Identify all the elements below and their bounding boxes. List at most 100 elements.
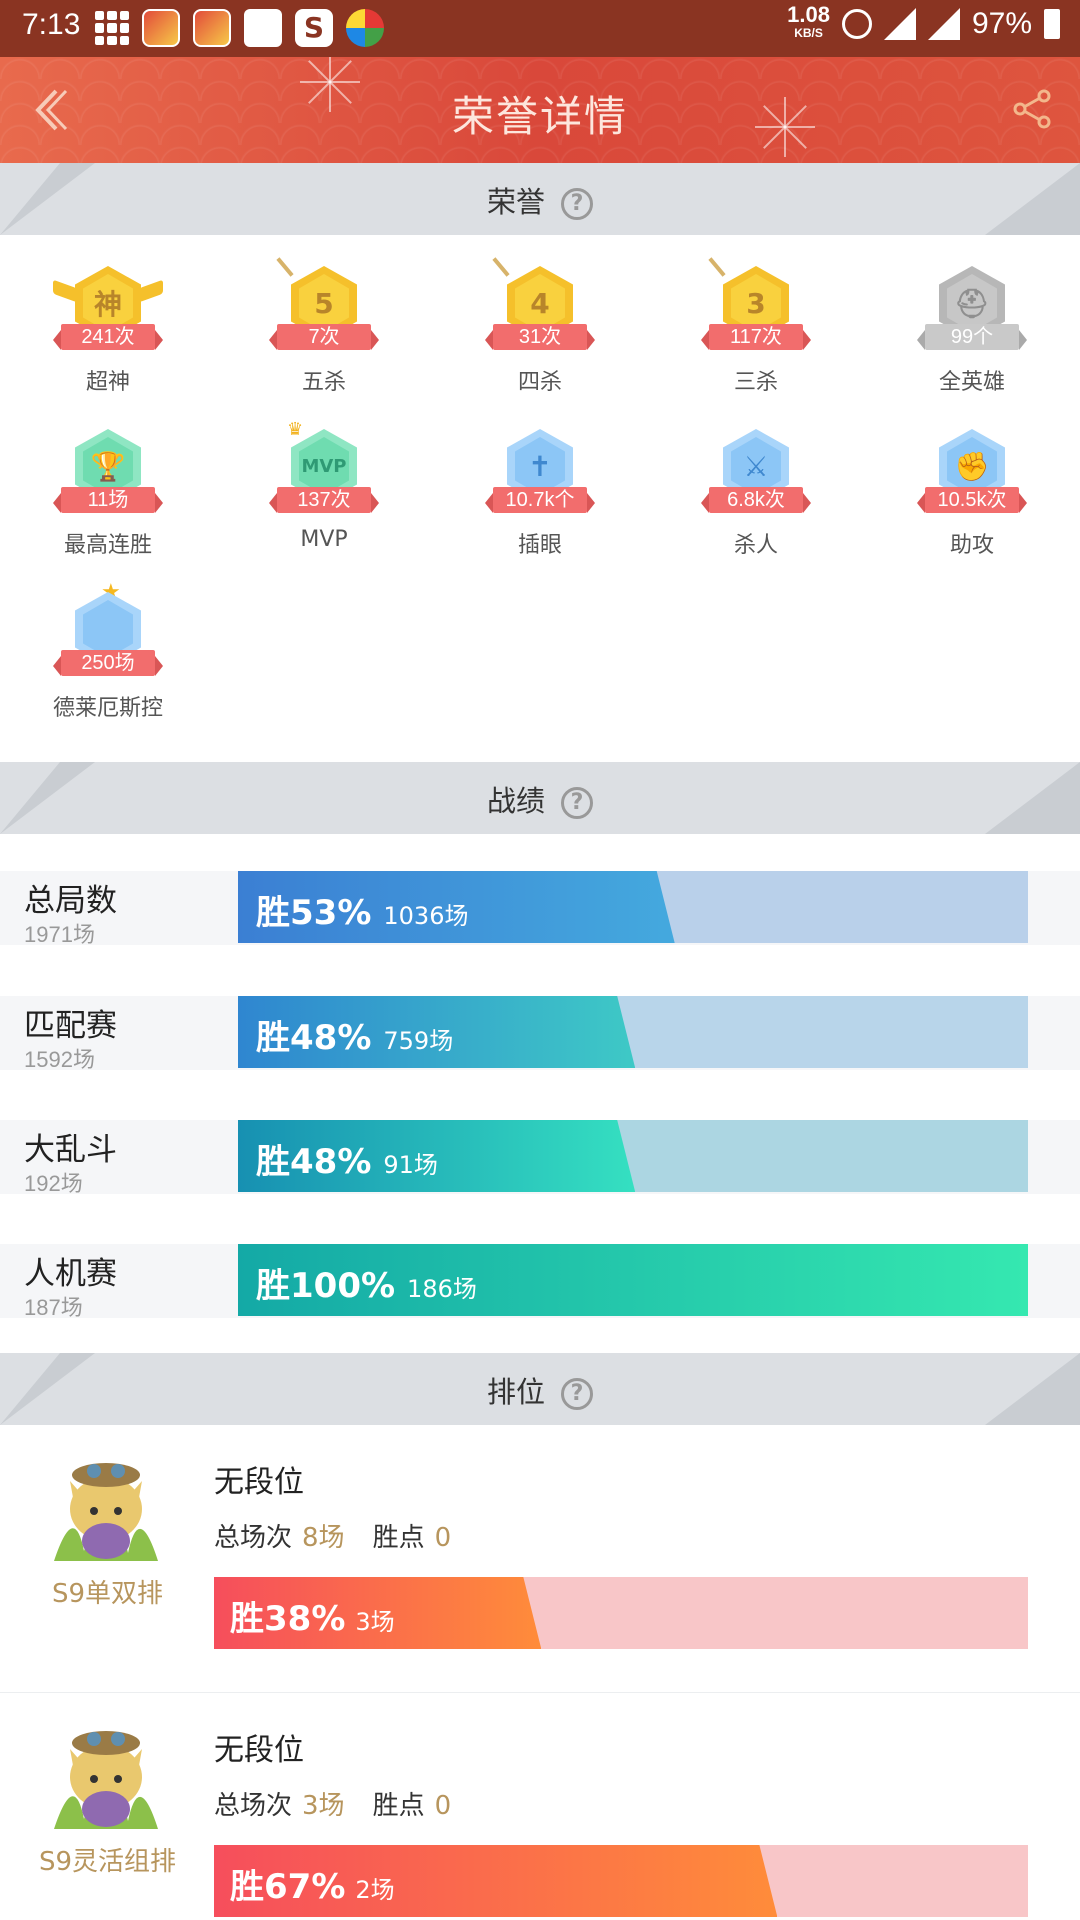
win-rate-percent: 胜48%: [256, 1142, 372, 1182]
help-icon[interactable]: ?: [561, 787, 593, 819]
honor-count: 6.8k次: [701, 487, 811, 513]
page-title: 荣誉详情: [451, 92, 628, 141]
record-total: 1971场: [24, 922, 95, 947]
honor-count: 117次: [701, 324, 811, 350]
honor-count: 241次: [53, 324, 163, 350]
notification-icons: S: [95, 9, 384, 47]
record-name: 总局数: [24, 883, 117, 919]
win-rate-bar: 胜48% 759场: [238, 996, 1028, 1068]
honor-item-pentakill[interactable]: 5 7次 五杀: [244, 257, 404, 396]
header-bar: 荣誉详情: [0, 57, 1080, 163]
honor-count: 31次: [485, 324, 595, 350]
crown-icon: ♛: [287, 419, 304, 440]
sword-icon: [492, 257, 510, 277]
ranked-tier: 无段位: [214, 1465, 304, 1500]
honor-count: 7次: [269, 324, 379, 350]
win-count: 2场: [355, 1876, 395, 1904]
win-rate-bar: 胜53% 1036场: [238, 871, 1028, 943]
honor-label: 三杀: [733, 370, 778, 395]
section-header-record: 战绩?: [0, 762, 1080, 834]
section-title: 排位: [486, 1375, 545, 1409]
ranked-meta: 总场次 3场 胜点 0: [214, 1785, 479, 1822]
colorful-ball-icon: [346, 9, 384, 47]
honor-label: 德莱厄斯控: [52, 696, 163, 721]
game-app-icon: [193, 9, 231, 47]
win-count: 3场: [355, 1608, 395, 1636]
win-rate-percent: 胜100%: [256, 1266, 396, 1306]
honor-label: 五杀: [301, 370, 346, 395]
honor-label: 超神: [85, 370, 130, 395]
record-name: 人机赛: [24, 1256, 117, 1292]
record-total: 187场: [24, 1295, 83, 1320]
status-bar: 7:13 S 1.08 KB/S 97%: [0, 0, 1080, 57]
game-app-icon: [142, 9, 180, 47]
ranked-item-flex[interactable]: S9灵活组排 无段位 总场次 3场 胜点 0 胜67% 2场: [0, 1693, 1080, 1920]
honor-label: 杀人: [733, 533, 778, 558]
record-name: 匹配赛: [24, 1008, 117, 1044]
honor-item-wards[interactable]: ✝ 10.7k个 插眼: [460, 425, 620, 559]
games-value: 8场: [302, 1523, 345, 1553]
sogou-icon: S: [295, 9, 333, 47]
ranked-win-rate-bar: 胜38% 3场: [214, 1577, 1028, 1649]
status-time: 7:13: [22, 8, 81, 41]
ranked-season: S9单双排: [51, 1579, 164, 1609]
honor-count: 99个: [917, 324, 1027, 350]
honor-label: MVP: [300, 527, 348, 552]
honor-item-triplekill[interactable]: 3 117次 三杀: [676, 257, 836, 396]
alarm-icon: [841, 9, 872, 39]
section-title: 战绩: [486, 784, 545, 818]
honor-item-kills[interactable]: ⚔ 6.8k次 杀人: [676, 425, 836, 559]
honor-item-all-heroes[interactable]: ✦ ⛑ 99个 全英雄: [892, 262, 1052, 396]
win-rate-bar: 胜48% 91场: [238, 1120, 1028, 1192]
network-speed: 1.08 KB/S: [787, 2, 830, 41]
sword-icon: [708, 257, 726, 277]
grid-icon: [95, 11, 129, 45]
honor-item-assists[interactable]: ✊ 10.5k次 助攻: [892, 425, 1052, 559]
win-count: 91场: [383, 1151, 438, 1179]
games-label: 总场次: [214, 1523, 293, 1553]
honor-item-quadrakill[interactable]: 4 31次 四杀: [460, 257, 620, 396]
honor-label: 最高连胜: [63, 533, 152, 558]
sword-icon: [276, 257, 294, 277]
record-total: 192场: [24, 1171, 83, 1196]
honor-item-win-streak[interactable]: 🏆 11场 最高连胜: [28, 425, 188, 559]
honor-label: 四杀: [517, 370, 562, 395]
win-rate-bar: 胜100% 186场: [238, 1244, 1028, 1316]
points-label: 胜点: [372, 1791, 425, 1821]
section-header-ranked: 排位?: [0, 1353, 1080, 1425]
ranked-meta: 总场次 8场 胜点 0: [214, 1517, 479, 1554]
win-count: 186场: [407, 1275, 477, 1303]
share-icon[interactable]: [1012, 89, 1052, 129]
win-count: 1036场: [383, 902, 469, 930]
help-icon[interactable]: ?: [561, 1378, 593, 1410]
section-header-honor: 荣誉?: [0, 163, 1080, 235]
wifi-signal-icon: [883, 8, 916, 40]
honor-item-mvp[interactable]: ♛ MVP 137次 MVP: [244, 419, 404, 552]
teemo-avatar-icon: [54, 1731, 158, 1829]
honor-count: 10.7k个: [485, 487, 595, 513]
record-row-aram[interactable]: 大乱斗 192场 胜48% 91场: [0, 1120, 1080, 1196]
record-row-total[interactable]: 总局数 1971场 胜53% 1036场: [0, 871, 1080, 947]
cell-signal-icon: [927, 8, 960, 40]
ranked-win-rate-bar: 胜67% 2场: [214, 1845, 1028, 1917]
win-rate-percent: 胜67%: [230, 1867, 346, 1907]
help-icon[interactable]: ?: [561, 188, 593, 220]
battery-icon: [1044, 9, 1060, 39]
record-row-normal[interactable]: 匹配赛 1592场 胜48% 759场: [0, 996, 1080, 1072]
win-rate-percent: 胜48%: [256, 1018, 372, 1058]
honor-item-legendary[interactable]: 神 241次 超神: [28, 262, 188, 396]
record-row-coop-ai[interactable]: 人机赛 187场 胜100% 186场: [0, 1244, 1080, 1320]
honor-count: 250场: [53, 650, 163, 676]
ranked-season: S9灵活组排: [38, 1847, 177, 1877]
ranked-tier: 无段位: [214, 1733, 304, 1768]
battery-percent: 97%: [971, 7, 1032, 40]
section-title: 荣誉: [486, 185, 545, 219]
ranked-item-solo[interactable]: S9单双排 无段位 总场次 8场 胜点 0 胜38% 3场: [0, 1425, 1080, 1693]
points-value: 0: [434, 1791, 452, 1821]
honor-label: 助攻: [949, 533, 994, 558]
honor-item-hero-mastery[interactable]: ★ 250场 德莱厄斯控: [28, 580, 188, 722]
points-value: 0: [434, 1523, 452, 1553]
record-total: 1592场: [24, 1047, 95, 1072]
points-label: 胜点: [372, 1523, 425, 1553]
honor-count: 11场: [53, 487, 163, 513]
